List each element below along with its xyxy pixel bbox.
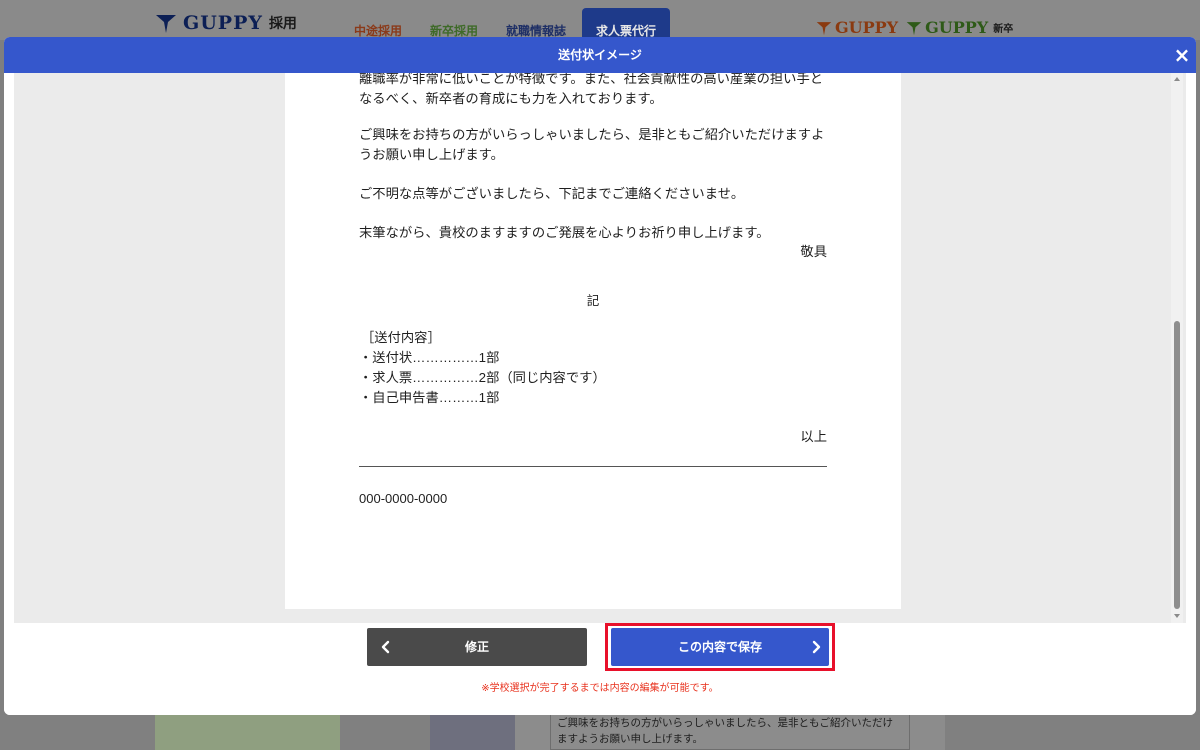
site-nav: 中途採用 新卒採用 就職情報誌 求人票代行 <box>340 8 671 40</box>
modal-title: 送付状イメージ <box>558 48 642 62</box>
nav-item-chuto[interactable]: 中途採用 <box>340 8 416 40</box>
modal-footer: 修正 この内容で保存 ※学校選択が完了するまでは内容の編集が可能です。 <box>4 623 1196 715</box>
contents-item: ・求人票……………2部（同じ内容です） <box>359 370 606 385</box>
chevron-right-icon <box>812 640 821 654</box>
save-button-label: この内容で保存 <box>677 640 762 654</box>
scroll-up-icon[interactable] <box>1174 77 1180 81</box>
letter-paper: 離職率が非常に低いことが特徴です。また、社会貢献性の高い産業の担い手となるべく、… <box>285 73 901 609</box>
brand-logos: GUPPY GUPPY 新卒 <box>816 18 1013 37</box>
preview-scrollbar[interactable] <box>1171 73 1183 623</box>
brand-guppy-shinsotsu-text: GUPPY <box>925 18 989 37</box>
nav-item-kyujinhyo[interactable]: 求人票代行 <box>582 8 671 40</box>
edit-button-label: 修正 <box>464 640 489 654</box>
brand-guppy-text: GUPPY <box>835 18 899 37</box>
guppy-orange-icon <box>816 21 832 35</box>
background-panel-mid <box>430 715 515 750</box>
save-button[interactable]: この内容で保存 <box>611 628 829 666</box>
brand-guppy[interactable]: GUPPY <box>816 18 898 37</box>
letter-paragraph: ご不明な点等がございましたら、下記までご連絡くださいませ。 <box>359 186 745 201</box>
contents-item: ・自己申告書………1部 <box>359 390 500 405</box>
contents-heading: ［送付内容］ <box>361 330 441 345</box>
modal-header: 送付状イメージ × <box>4 37 1196 73</box>
cover-letter-modal: 送付状イメージ × 離職率が非常に低いことが特徴です。また、社会貢献性の高い産業… <box>4 37 1196 715</box>
scrollbar-thumb[interactable] <box>1174 321 1180 609</box>
letter-ijo: 以上 <box>800 429 827 444</box>
nav-item-magazine[interactable]: 就職情報誌 <box>492 8 580 40</box>
site-logo-text: GUPPY <box>183 12 263 34</box>
site-logo-sub: 採用 <box>268 16 297 32</box>
guppy-logo-icon <box>156 15 176 33</box>
letter-paragraph: 末筆ながら、貴校のますますのご発展を心よりお祈り申し上げます。 <box>359 225 770 240</box>
site-logo[interactable]: GUPPY 採用 <box>155 12 297 34</box>
background-letter-textbox: ご興味をお持ちの方がいらっしゃいましたら、是非ともご紹介いただけますようお願い申… <box>550 712 910 750</box>
divider <box>359 466 827 467</box>
letter-paragraph: ご興味をお持ちの方がいらっしゃいましたら、是非ともご紹介いただけますようお願い申… <box>359 127 825 162</box>
nav-item-shinsotsu[interactable]: 新卒採用 <box>416 8 492 40</box>
contact-phone: 000-0000-0000 <box>359 491 448 506</box>
edit-button[interactable]: 修正 <box>367 628 587 666</box>
edit-note: ※学校選択が完了するまでは内容の編集が可能です。 <box>481 683 719 694</box>
background-panel-left <box>155 715 340 750</box>
letter-closing: 敬具 <box>800 244 827 259</box>
brand-guppy-shinsotsu[interactable]: GUPPY 新卒 <box>906 18 1013 37</box>
guppy-green-icon <box>906 21 922 35</box>
letter-paragraph: 離職率が非常に低いことが特徴です。また、社会貢献性の高い産業の担い手となるべく、… <box>359 73 824 106</box>
brand-shinsotsu-sub: 新卒 <box>993 24 1014 35</box>
letter-preview-area[interactable]: 離職率が非常に低いことが特徴です。また、社会貢献性の高い産業の担い手となるべく、… <box>14 73 1186 623</box>
close-icon[interactable]: × <box>1172 45 1192 65</box>
scroll-down-icon[interactable] <box>1174 614 1180 618</box>
contents-item: ・送付状……………1部 <box>359 350 500 365</box>
letter-ki: 記 <box>586 294 600 308</box>
